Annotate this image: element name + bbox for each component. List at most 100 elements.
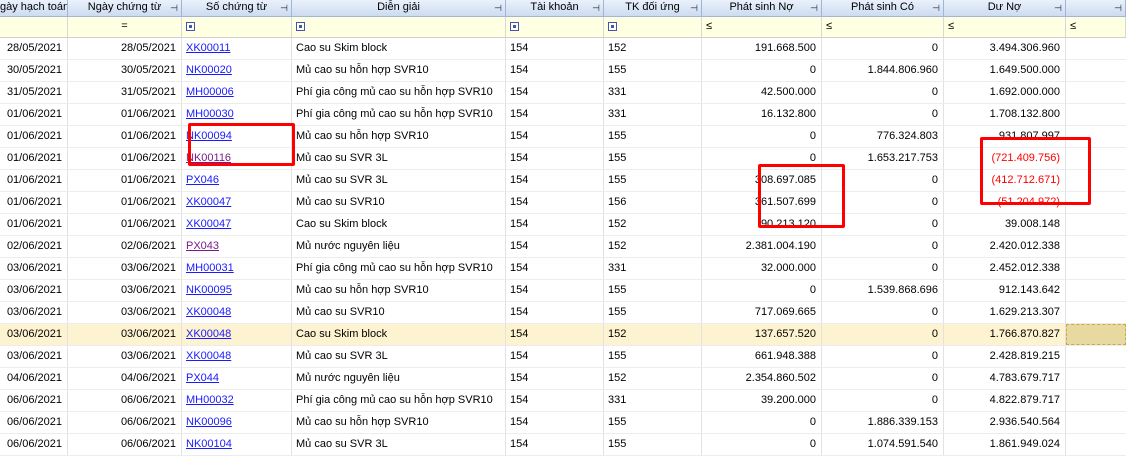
description-cell[interactable]: Mủ cao su SVR 3L xyxy=(292,148,506,169)
posting-date-cell[interactable]: 28/05/2021 xyxy=(0,38,68,59)
posting-date-cell[interactable]: 31/05/2021 xyxy=(0,82,68,103)
pin-icon[interactable]: ⊣ xyxy=(280,1,288,16)
voucher-link[interactable]: XK00011 xyxy=(186,42,230,54)
voucher-date-cell[interactable]: 06/06/2021 xyxy=(68,390,182,411)
voucher-link[interactable]: NK00096 xyxy=(186,416,232,428)
description-cell[interactable]: Mủ cao su hỗn hợp SVR10 xyxy=(292,126,506,147)
posting-date-cell[interactable]: 03/06/2021 xyxy=(0,324,68,345)
account-cell[interactable]: 154 xyxy=(506,38,604,59)
debit-balance-cell[interactable]: 1.708.132.800 xyxy=(944,104,1066,125)
table-row[interactable]: 28/05/2021 28/05/2021 XK00011 Cao su Skim b… xyxy=(0,38,1126,60)
description-cell[interactable]: Mủ cao su hỗn hợp SVR10 xyxy=(292,412,506,433)
debit-amount-cell[interactable]: 0 xyxy=(702,60,822,81)
debit-amount-cell[interactable]: 191.668.500 xyxy=(702,38,822,59)
table-row[interactable]: 01/06/2021 01/06/2021 XK00047 Cao su Skim b… xyxy=(0,214,1126,236)
table-row[interactable]: 03/06/2021 03/06/2021 NK00095 Mủ cao su hỗn… xyxy=(0,280,1126,302)
table-row[interactable]: 01/06/2021 01/06/2021 NK00094 Mủ cao su hỗn… xyxy=(0,126,1126,148)
table-row[interactable]: 01/06/2021 01/06/2021 MH00030 Phí gia công … xyxy=(0,104,1126,126)
debit-balance-cell[interactable]: 1.766.870.827 xyxy=(944,324,1066,345)
counter-account-cell[interactable]: 152 xyxy=(604,38,702,59)
filter-checkbox-icon[interactable] xyxy=(186,22,195,31)
credit-amount-cell[interactable]: 776.324.803 xyxy=(822,126,944,147)
col-ngay-hach-toan-header[interactable]: gày hạch toán xyxy=(0,0,68,16)
description-cell[interactable]: Mủ nước nguyên liệu xyxy=(292,236,506,257)
counter-account-cell[interactable]: 152 xyxy=(604,236,702,257)
debit-amount-cell[interactable]: 16.132.800 xyxy=(702,104,822,125)
pin-icon[interactable]: ⊣ xyxy=(1114,1,1122,16)
credit-amount-cell[interactable]: 0 xyxy=(822,38,944,59)
account-cell[interactable]: 154 xyxy=(506,148,604,169)
account-cell[interactable]: 154 xyxy=(506,60,604,81)
extra-cell[interactable] xyxy=(1066,368,1126,389)
pin-icon[interactable]: ⊣ xyxy=(1054,1,1062,16)
col-tai-khoan-header[interactable]: Tài khoản ⊣ xyxy=(506,0,604,16)
voucher-date-cell[interactable]: 02/06/2021 xyxy=(68,236,182,257)
credit-amount-cell[interactable]: 1.074.591.540 xyxy=(822,434,944,455)
table-row[interactable]: 06/06/2021 06/06/2021 NK00104 Mủ cao su SVR… xyxy=(0,434,1126,456)
credit-amount-cell[interactable]: 0 xyxy=(822,390,944,411)
table-row[interactable]: 03/06/2021 03/06/2021 MH00031 Phí gia công … xyxy=(0,258,1126,280)
debit-balance-cell[interactable]: 39.008.148 xyxy=(944,214,1066,235)
debit-balance-cell[interactable]: 2.936.540.564 xyxy=(944,412,1066,433)
extra-cell[interactable] xyxy=(1066,60,1126,81)
account-cell[interactable]: 154 xyxy=(506,302,604,323)
voucher-link[interactable]: XK00047 xyxy=(186,196,231,208)
description-cell[interactable]: Phí gia công mủ cao su hỗn hợp SVR10 xyxy=(292,390,506,411)
counter-account-cell[interactable]: 152 xyxy=(604,214,702,235)
filter-cell-5[interactable] xyxy=(506,17,604,37)
extra-cell[interactable] xyxy=(1066,302,1126,323)
debit-amount-cell[interactable]: 2.381.004.190 xyxy=(702,236,822,257)
posting-date-cell[interactable]: 01/06/2021 xyxy=(0,104,68,125)
voucher-link[interactable]: MH00031 xyxy=(186,262,234,274)
col-tk-doi-ung-header[interactable]: TK đối ứng ⊣ xyxy=(604,0,702,16)
voucher-date-cell[interactable]: 03/06/2021 xyxy=(68,302,182,323)
filter-checkbox-icon[interactable] xyxy=(510,22,519,31)
counter-account-cell[interactable]: 155 xyxy=(604,280,702,301)
voucher-date-cell[interactable]: 03/06/2021 xyxy=(68,280,182,301)
voucher-link[interactable]: MH00032 xyxy=(186,394,234,406)
filter-cell-10[interactable]: ≤ xyxy=(1066,17,1126,37)
extra-cell[interactable] xyxy=(1066,434,1126,455)
account-cell[interactable]: 154 xyxy=(506,104,604,125)
debit-amount-cell[interactable]: 0 xyxy=(702,126,822,147)
filter-cell-4[interactable] xyxy=(292,17,506,37)
table-row[interactable]: 01/06/2021 01/06/2021 XK00047 Mủ cao su SVR… xyxy=(0,192,1126,214)
account-cell[interactable]: 154 xyxy=(506,236,604,257)
posting-date-cell[interactable]: 06/06/2021 xyxy=(0,412,68,433)
counter-account-cell[interactable]: 155 xyxy=(604,170,702,191)
pin-icon[interactable]: ⊣ xyxy=(592,1,600,16)
description-cell[interactable]: Phí gia công mủ cao su hỗn hợp SVR10 xyxy=(292,82,506,103)
posting-date-cell[interactable]: 03/06/2021 xyxy=(0,346,68,367)
account-cell[interactable]: 154 xyxy=(506,390,604,411)
table-row[interactable]: 30/05/2021 30/05/2021 NK00020 Mủ cao su hỗn… xyxy=(0,60,1126,82)
debit-balance-cell[interactable]: 4.822.879.717 xyxy=(944,390,1066,411)
table-row[interactable]: 03/06/2021 03/06/2021 XK00048 Mủ cao su SVR… xyxy=(0,346,1126,368)
voucher-date-cell[interactable]: 04/06/2021 xyxy=(68,368,182,389)
credit-amount-cell[interactable]: 0 xyxy=(822,346,944,367)
counter-account-cell[interactable]: 155 xyxy=(604,412,702,433)
account-cell[interactable]: 154 xyxy=(506,434,604,455)
counter-account-cell[interactable]: 155 xyxy=(604,434,702,455)
description-cell[interactable]: Mủ cao su hỗn hợp SVR10 xyxy=(292,60,506,81)
description-cell[interactable]: Cao su Skim block xyxy=(292,38,506,59)
description-cell[interactable]: Mủ cao su SVR10 xyxy=(292,302,506,323)
filter-operator[interactable]: ≤ xyxy=(948,20,954,32)
debit-balance-cell[interactable]: 1.861.949.024 xyxy=(944,434,1066,455)
filter-cell-9[interactable]: ≤ xyxy=(944,17,1066,37)
credit-amount-cell[interactable]: 0 xyxy=(822,302,944,323)
posting-date-cell[interactable]: 02/06/2021 xyxy=(0,236,68,257)
voucher-date-cell[interactable]: 03/06/2021 xyxy=(68,258,182,279)
filter-operator[interactable]: ≤ xyxy=(706,20,712,32)
debit-amount-cell[interactable]: 661.948.388 xyxy=(702,346,822,367)
voucher-link[interactable]: PX046 xyxy=(186,174,219,186)
credit-amount-cell[interactable]: 0 xyxy=(822,104,944,125)
debit-balance-cell[interactable]: 2.428.819.215 xyxy=(944,346,1066,367)
voucher-link[interactable]: MH00030 xyxy=(186,108,234,120)
extra-cell[interactable] xyxy=(1066,38,1126,59)
voucher-link[interactable]: MH00006 xyxy=(186,86,234,98)
debit-amount-cell[interactable]: 32.000.000 xyxy=(702,258,822,279)
voucher-link[interactable]: PX043 xyxy=(186,240,219,252)
counter-account-cell[interactable]: 331 xyxy=(604,82,702,103)
voucher-date-cell[interactable]: 01/06/2021 xyxy=(68,214,182,235)
debit-amount-cell[interactable]: 717.069.665 xyxy=(702,302,822,323)
